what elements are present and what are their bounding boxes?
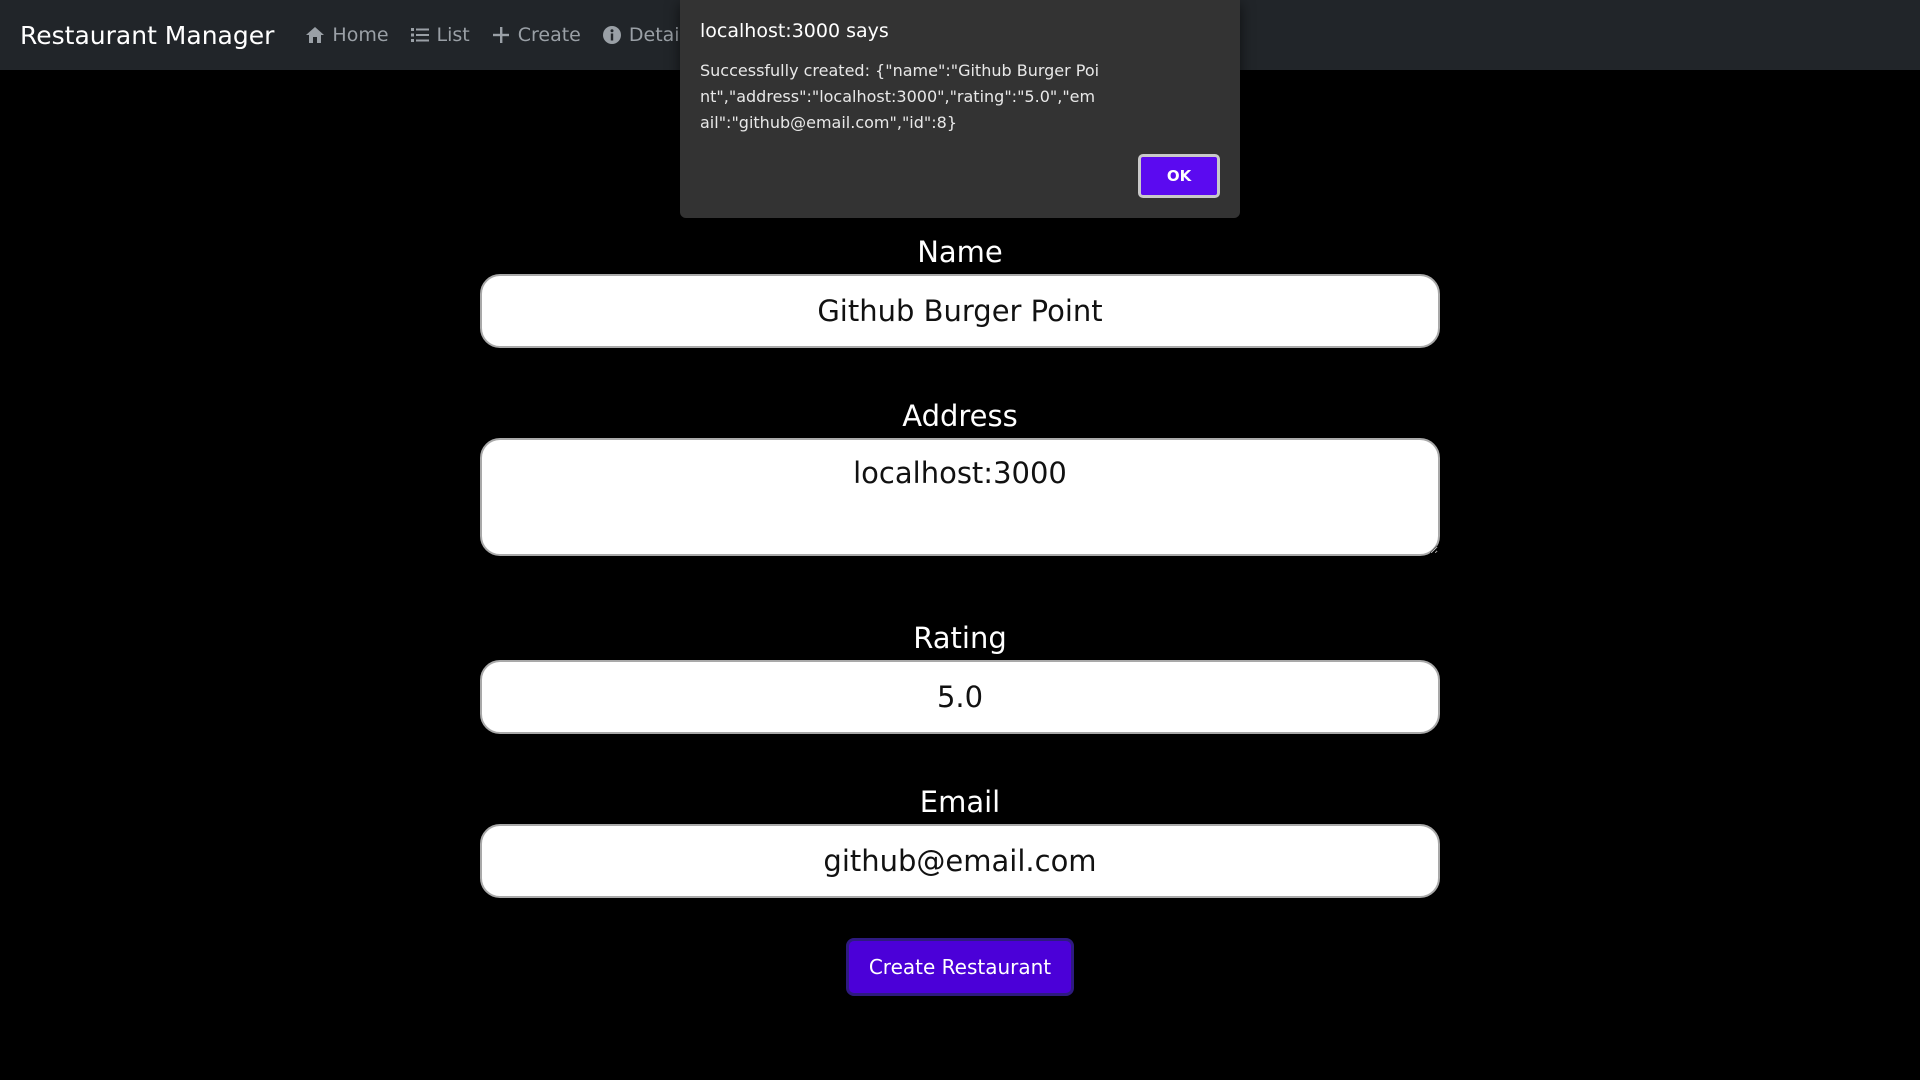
- plus-icon: [490, 24, 512, 46]
- name-input[interactable]: [480, 274, 1440, 348]
- rating-input[interactable]: [480, 660, 1440, 734]
- address-textarea[interactable]: localhost:3000: [480, 438, 1440, 556]
- dialog-message: Successfully created: {"name":"Github Bu…: [700, 61, 1100, 132]
- navbar-brand[interactable]: Restaurant Manager: [20, 21, 274, 50]
- address-group: Address localhost:3000: [480, 394, 1440, 556]
- email-label: Email: [919, 785, 1001, 819]
- nav-link-home[interactable]: Home: [304, 24, 389, 46]
- nav-link-label: Home: [332, 24, 389, 46]
- dialog-title: localhost:3000 says: [700, 20, 889, 42]
- rating-group: Rating: [480, 616, 1440, 734]
- name-group: Name: [480, 230, 1440, 348]
- name-label: Name: [917, 235, 1003, 269]
- email-group: Email: [480, 780, 1440, 898]
- rating-label: Rating: [913, 621, 1007, 655]
- nav-link-create[interactable]: Create: [490, 24, 581, 46]
- email-input[interactable]: [480, 824, 1440, 898]
- info-icon: [601, 24, 623, 46]
- ok-button[interactable]: OK: [1138, 154, 1220, 198]
- alert-dialog: localhost:3000 says Successfully created…: [680, 0, 1240, 218]
- create-restaurant-form: Name Address localhost:3000 Rating Email…: [480, 230, 1440, 996]
- nav-link-label: Create: [517, 24, 581, 46]
- nav-link-label: List: [436, 24, 470, 46]
- list-icon: [409, 24, 431, 46]
- address-label: Address: [902, 399, 1018, 433]
- home-icon: [304, 24, 326, 46]
- submit-wrap: Create Restaurant: [480, 938, 1440, 996]
- create-restaurant-button[interactable]: Create Restaurant: [845, 938, 1075, 996]
- nav-link-list[interactable]: List: [409, 24, 470, 46]
